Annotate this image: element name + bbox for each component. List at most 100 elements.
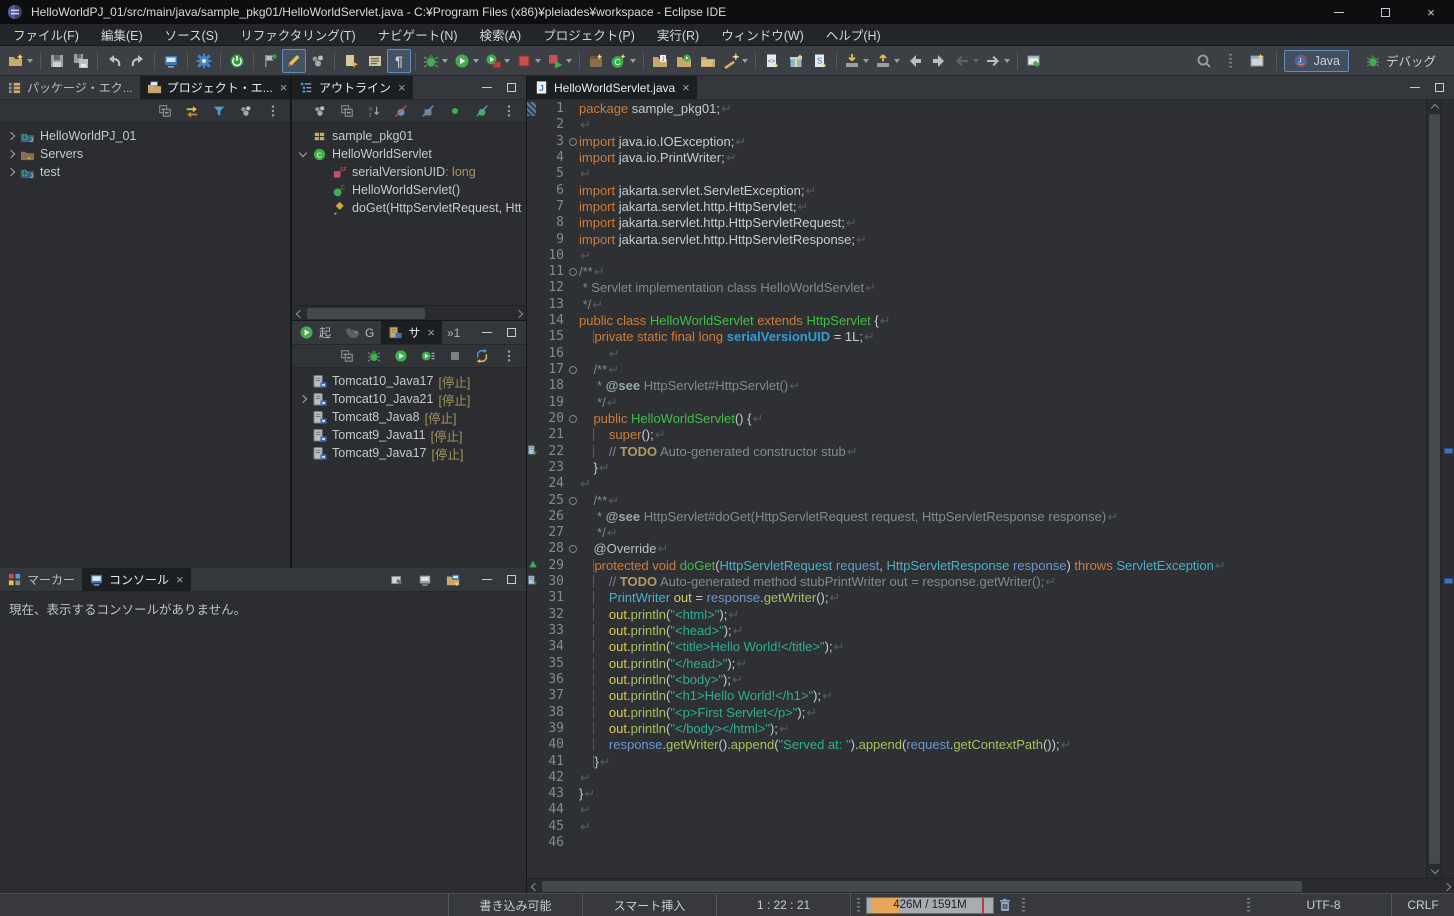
- java-perspective-button[interactable]: J Java: [1284, 50, 1349, 72]
- code-line-18[interactable]: 18 * @see HttpServlet#HttpServlet()↵: [527, 378, 1426, 394]
- code-line-44[interactable]: 44↵: [527, 802, 1426, 818]
- close-tab-icon[interactable]: ×: [682, 80, 690, 95]
- code-line-4[interactable]: 4import java.io.PrintWriter;↵: [527, 150, 1426, 166]
- flag-button[interactable]: [258, 49, 282, 73]
- view-menu-button[interactable]: [263, 102, 283, 121]
- code-line-2[interactable]: 2↵: [527, 117, 1426, 133]
- export-button[interactable]: [872, 49, 903, 73]
- maximize-view-button[interactable]: [505, 82, 517, 94]
- bug-button[interactable]: [364, 347, 384, 366]
- code-editor[interactable]: 1package sample_pkg01;↵2↵3import java.io…: [527, 100, 1426, 878]
- tree-item-HelloWorldPJ_01[interactable]: JHelloWorldPJ_01: [0, 127, 290, 145]
- tab-console[interactable]: コンソール ×: [82, 568, 191, 591]
- scroll-down-icon[interactable]: [1428, 865, 1441, 878]
- dropdown-caret-icon[interactable]: [535, 59, 541, 63]
- dropdown-caret-icon[interactable]: [894, 59, 900, 63]
- code-line-17[interactable]: 17 /**↵: [527, 362, 1426, 378]
- maximize-view-button[interactable]: [505, 574, 517, 586]
- pin-console-button[interactable]: [387, 570, 407, 589]
- expand-chevron-icon[interactable]: [5, 166, 18, 179]
- code-line-35[interactable]: 35 out.println("</head>");↵: [527, 656, 1426, 672]
- code-line-7[interactable]: 7import jakarta.servlet.http.HttpServlet…: [527, 199, 1426, 215]
- brush-button[interactable]: [282, 49, 306, 73]
- code-line-15[interactable]: 15 private static final long serialVersi…: [527, 329, 1426, 345]
- fold-toggle-icon[interactable]: [566, 134, 579, 150]
- scroll-left-icon[interactable]: [292, 307, 305, 320]
- goto-edit-button[interactable]: [339, 49, 363, 73]
- tab-gradle[interactable]: G: [338, 321, 381, 344]
- code-line-16[interactable]: 16 ↵: [527, 346, 1426, 362]
- hide-fields-button[interactable]: [391, 102, 411, 121]
- wand-button[interactable]: [720, 49, 751, 73]
- close-tab-icon[interactable]: ×: [398, 80, 406, 95]
- code-line-20[interactable]: 20 public HelloWorldServlet() {↵: [527, 411, 1426, 427]
- editor-vscrollbar[interactable]: [1426, 100, 1441, 878]
- code-line-8[interactable]: 8import jakarta.servlet.http.HttpServlet…: [527, 215, 1426, 231]
- code-line-26[interactable]: 26 * @see HttpServlet#doGet(HttpServletR…: [527, 509, 1426, 525]
- code-line-21[interactable]: 21 super();↵: [527, 427, 1426, 443]
- dropdown-caret-icon[interactable]: [742, 59, 748, 63]
- dropdown-caret-icon[interactable]: [566, 59, 572, 63]
- view-menu-button[interactable]: [499, 102, 519, 121]
- code-line-13[interactable]: 13 */↵: [527, 297, 1426, 313]
- fold-toggle-icon[interactable]: [566, 362, 579, 378]
- tree-item-Tomcat9_Java11[interactable]: Tomcat9_Java11[停止]: [292, 426, 526, 444]
- nav-fwd-button[interactable]: [982, 49, 1013, 73]
- code-line-25[interactable]: 25 /**↵: [527, 493, 1426, 509]
- filter-button[interactable]: [209, 102, 229, 121]
- code-line-43[interactable]: 43}↵: [527, 786, 1426, 802]
- run-garbage-collector-button[interactable]: [994, 897, 1016, 913]
- code-line-10[interactable]: 10↵: [527, 248, 1426, 264]
- nav-back-button[interactable]: [951, 49, 982, 73]
- code-line-41[interactable]: 41 }↵: [527, 754, 1426, 770]
- dropdown-caret-icon[interactable]: [973, 59, 979, 63]
- scroll-right-icon[interactable]: [513, 307, 526, 320]
- code-line-5[interactable]: 5↵: [527, 166, 1426, 182]
- menu-item[interactable]: ファイル(F): [2, 24, 90, 45]
- pin-editor-button[interactable]: [1022, 49, 1046, 73]
- tree-item-test[interactable]: Jtest: [0, 163, 290, 181]
- code-line-23[interactable]: 23 }↵: [527, 460, 1426, 476]
- menu-item[interactable]: ウィンドウ(W): [710, 24, 815, 45]
- menu-item[interactable]: プロジェクト(P): [532, 24, 646, 45]
- code-line-1[interactable]: 1package sample_pkg01;↵: [527, 101, 1426, 117]
- editor-hscrollbar[interactable]: [527, 878, 1454, 893]
- dropdown-caret-icon[interactable]: [1004, 59, 1010, 63]
- status-line-ending[interactable]: CRLF: [1392, 894, 1454, 916]
- dropdown-caret-icon[interactable]: [27, 59, 33, 63]
- save-button[interactable]: [45, 49, 69, 73]
- collapse-all-button[interactable]: [337, 102, 357, 121]
- expand-chevron-icon[interactable]: [5, 130, 18, 143]
- code-line-14[interactable]: 14public class HelloWorldServlet extends…: [527, 313, 1426, 329]
- save-all-button[interactable]: [69, 49, 93, 73]
- new-xml-button[interactable]: <>: [760, 49, 784, 73]
- tab-project-explorer[interactable]: プロジェクト・エ... ×: [140, 76, 290, 99]
- nav-fwd-big-button[interactable]: [927, 49, 951, 73]
- dropdown-caret-icon[interactable]: [473, 59, 479, 63]
- new-gift-button[interactable]: [784, 49, 808, 73]
- tree-item-Servers[interactable]: Servers: [0, 145, 290, 163]
- new-java-project-button[interactable]: [584, 49, 608, 73]
- run-button[interactable]: [391, 347, 411, 366]
- run-button[interactable]: [451, 49, 482, 73]
- profile-button[interactable]: [544, 49, 575, 73]
- bug-button[interactable]: [420, 49, 451, 73]
- tab-overflow-indicator[interactable]: »1: [442, 321, 465, 344]
- tree-item-Tomcat10_Java17[interactable]: Tomcat10_Java17[停止]: [292, 372, 526, 390]
- code-line-40[interactable]: 40 response.getWriter().append("Served a…: [527, 737, 1426, 753]
- code-line-12[interactable]: 12 * Servlet implementation class HelloW…: [527, 280, 1426, 296]
- code-line-46[interactable]: 46: [527, 835, 1426, 851]
- drag-handle[interactable]: [1229, 54, 1232, 68]
- tree-item-doGet(HttpServletRequest, Htt[interactable]: doGet(HttpServletRequest, Htt: [292, 199, 526, 217]
- search-button[interactable]: [1192, 49, 1216, 73]
- console-view-button[interactable]: [363, 49, 387, 73]
- heap-status-widget[interactable]: 426M / 1591M: [866, 897, 994, 914]
- display-console-button[interactable]: [415, 570, 435, 589]
- code-line-30[interactable]: 30 // TODO Auto-generated method stubPri…: [527, 574, 1426, 590]
- undo-button[interactable]: [102, 49, 126, 73]
- maximize-view-button[interactable]: [1433, 82, 1445, 94]
- scroll-thumb[interactable]: [542, 881, 1302, 892]
- code-line-34[interactable]: 34 out.println("<title>Hello World!</tit…: [527, 639, 1426, 655]
- dropdown-caret-icon[interactable]: [863, 59, 869, 63]
- link-editor-button[interactable]: [182, 102, 202, 121]
